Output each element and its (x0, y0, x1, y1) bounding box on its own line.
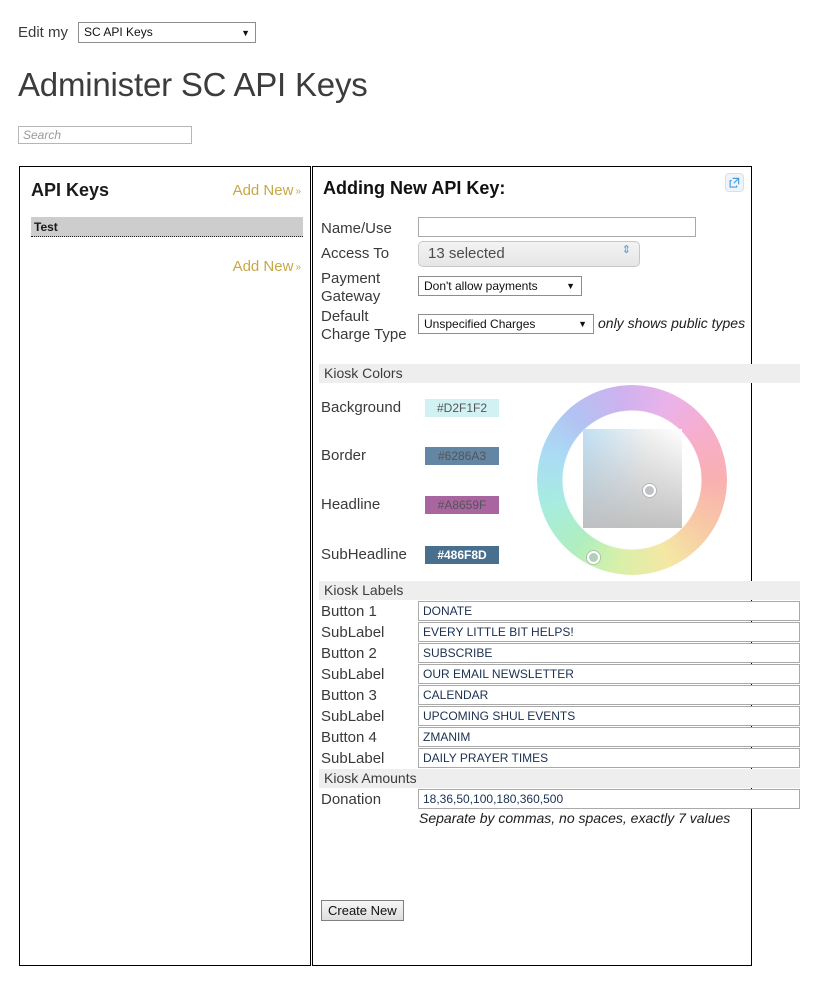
donation-label: Donation (321, 791, 382, 808)
default-charge-type-select[interactable]: Unspecified Charges ▼ (418, 314, 594, 334)
headline-color-swatch[interactable]: #A8659F (425, 496, 499, 514)
subheadline-color-swatch[interactable]: #486F8D (425, 546, 499, 564)
edit-my-select-value: SC API Keys (84, 25, 153, 39)
button-2-input[interactable] (418, 643, 800, 663)
name-use-label: Name/Use (321, 220, 392, 237)
sublabel-3-label: SubLabel (321, 708, 385, 725)
list-item[interactable]: Test (31, 217, 303, 237)
access-to-value: 13 selected (428, 245, 505, 262)
search-input[interactable] (18, 126, 192, 144)
color-wheel-picker[interactable] (537, 385, 727, 575)
api-keys-header: API Keys Add New» Add New» (20, 167, 310, 275)
donation-hint: Separate by commas, no spaces, exactly 7… (419, 810, 731, 826)
section-header-kiosk-labels: Kiosk Labels (319, 581, 800, 600)
chevron-down-icon: ▼ (241, 28, 251, 38)
border-color-swatch[interactable]: #6286A3 (425, 447, 499, 465)
border-color-label: Border (321, 447, 367, 464)
double-chevron-right-icon: » (295, 186, 301, 197)
create-new-button[interactable]: Create New (321, 900, 404, 921)
payment-gateway-label: Payment Gateway (321, 270, 381, 305)
headline-color-label: Headline (321, 496, 381, 513)
section-header-kiosk-colors: Kiosk Colors (319, 364, 800, 383)
chevron-down-icon: ▼ (578, 319, 587, 329)
donation-input[interactable] (418, 789, 800, 809)
sublabel-2-input[interactable] (418, 664, 800, 684)
button-3-label: Button 3 (321, 687, 377, 704)
subheadline-color-label: SubHeadline (321, 546, 407, 563)
background-color-swatch[interactable]: #D2F1F2 (425, 399, 499, 417)
payment-gateway-value: Don't allow payments (424, 279, 538, 293)
background-color-label: Background (321, 399, 402, 416)
api-keys-panel: API Keys Add New» Add New» Test (19, 166, 311, 966)
sublabel-3-input[interactable] (418, 706, 800, 726)
list-item-label: Test (34, 220, 58, 234)
add-new-top-label: Add New (232, 182, 294, 199)
spinner-updown-icon: ⇕ (621, 244, 631, 256)
default-charge-type-value: Unspecified Charges (424, 317, 536, 331)
sublabel-2-label: SubLabel (321, 666, 385, 683)
sublabel-4-label: SubLabel (321, 750, 385, 767)
chevron-down-icon: ▼ (566, 281, 575, 291)
default-charge-type-label: Default Charge Type (321, 308, 407, 343)
payment-gateway-select[interactable]: Don't allow payments ▼ (418, 276, 582, 296)
button-1-input[interactable] (418, 601, 800, 621)
double-chevron-right-icon: » (295, 262, 301, 273)
sublabel-4-input[interactable] (418, 748, 800, 768)
saturation-value-handle[interactable] (643, 484, 656, 497)
edit-my-bar: Edit my SC API Keys ▼ (18, 22, 257, 43)
page-title: Administer SC API Keys (18, 66, 368, 103)
button-3-input[interactable] (418, 685, 800, 705)
sublabel-1-label: SubLabel (321, 624, 385, 641)
button-2-label: Button 2 (321, 645, 377, 662)
add-new-link-top[interactable]: Add New» (233, 182, 301, 199)
saturation-value-square[interactable] (583, 429, 682, 528)
edit-my-select[interactable]: SC API Keys ▼ (78, 22, 257, 43)
form-title: Adding New API Key: (323, 178, 506, 198)
button-4-label: Button 4 (321, 729, 377, 746)
hue-handle[interactable] (587, 551, 600, 564)
add-new-bottom-label: Add New (232, 258, 294, 275)
add-new-link-bottom[interactable]: Add New» (233, 258, 301, 275)
external-link-icon[interactable] (725, 173, 744, 192)
panel-divider (751, 383, 752, 576)
button-4-input[interactable] (418, 727, 800, 747)
name-use-input[interactable] (418, 217, 696, 237)
button-1-label: Button 1 (321, 603, 377, 620)
edit-my-label: Edit my (18, 24, 69, 41)
access-to-multiselect[interactable]: 13 selected ⇕ (418, 241, 640, 267)
section-header-kiosk-amounts: Kiosk Amounts (319, 769, 800, 788)
default-charge-type-hint: only shows public types (598, 315, 746, 331)
api-keys-title: API Keys (31, 180, 110, 200)
access-to-label: Access To (321, 245, 390, 262)
sublabel-1-input[interactable] (418, 622, 800, 642)
